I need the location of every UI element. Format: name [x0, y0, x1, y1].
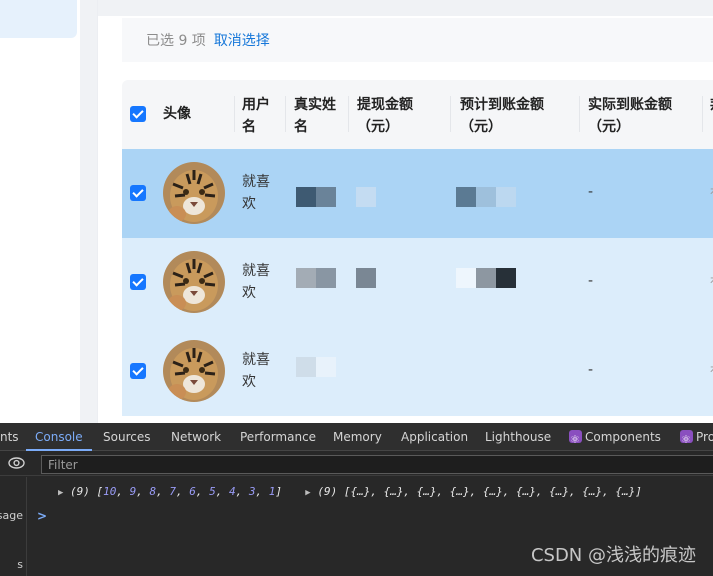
header-separator	[285, 96, 286, 132]
header-avatar: 头像	[163, 106, 191, 122]
console-prompt-chevron-icon[interactable]: >	[37, 509, 47, 523]
log-array-suffix: ]	[275, 485, 283, 498]
tab-sources[interactable]: Sources	[103, 423, 150, 451]
expand-triangle-icon[interactable]: ▶	[58, 488, 63, 498]
log-number: 8	[149, 485, 157, 498]
username-line2: 欢	[242, 196, 256, 212]
log-number: 3	[248, 485, 256, 498]
cancel-selection-link[interactable]: 取消选择	[214, 30, 270, 50]
tab-elements[interactable]: nts	[0, 423, 19, 451]
sidebar	[0, 0, 80, 423]
tab-profiler-label: Pro	[696, 430, 713, 444]
log-number: 6	[189, 485, 196, 498]
tab-network[interactable]: Network	[171, 423, 221, 451]
row-actual-amount: -	[588, 362, 594, 378]
avatar	[163, 251, 225, 313]
row-checkbox[interactable]	[130, 185, 146, 201]
header-username-line2: 名	[242, 119, 256, 135]
log-number: 4	[229, 485, 236, 498]
pixelated-withdraw	[356, 268, 376, 288]
tab-console[interactable]: Console	[26, 423, 92, 451]
username-line1: 就喜	[242, 263, 270, 279]
username-line1: 就喜	[242, 352, 270, 368]
header-actual-amount: 实际到账金额 （元）	[588, 94, 672, 138]
tab-application[interactable]: Application	[401, 423, 468, 451]
log-number: 9	[129, 485, 137, 498]
header-actual-line1: 实际到账金额	[588, 97, 672, 113]
console-log-line[interactable]: ▶ (9) [10, 9, 8, 7, 6, 5, 4, 3, 1] ▶ (9)…	[58, 485, 642, 498]
tab-performance[interactable]: Performance	[240, 423, 316, 451]
row-username: 就喜 欢	[242, 260, 270, 304]
header-username: 用户 名	[242, 94, 270, 138]
header-username-line1: 用户	[242, 97, 270, 113]
header-separator	[579, 96, 580, 132]
table-row[interactable]: 就喜 欢 - 有	[122, 149, 713, 238]
header-withdraw-line1: 提现金额	[357, 97, 413, 113]
header-expected-amount: 预计到账金额 （元）	[460, 94, 544, 138]
select-all-checkbox[interactable]	[130, 106, 146, 122]
row-username: 就喜 欢	[242, 349, 270, 393]
header-actual-line2: （元）	[588, 119, 630, 135]
table-header: 头像 用户 名 真实姓 名 提现金额 （元） 预计到账金额 （元） 实际到账金额…	[122, 80, 713, 149]
header-withdraw-amount: 提现金额 （元）	[357, 94, 413, 138]
username-line1: 就喜	[242, 174, 270, 190]
console-sidebar: sage s	[0, 477, 27, 576]
row-checkbox[interactable]	[130, 363, 146, 379]
username-line2: 欢	[242, 285, 256, 301]
header-separator	[348, 96, 349, 132]
card-top-gap	[98, 0, 713, 16]
tab-lighthouse[interactable]: Lighthouse	[485, 423, 551, 451]
username-line2: 欢	[242, 374, 256, 390]
tiger-avatar-image	[163, 251, 225, 313]
tab-components[interactable]: Components	[569, 423, 661, 454]
sidebar-selected-item[interactable]	[0, 0, 77, 38]
tab-profiler[interactable]: Pro	[680, 423, 713, 454]
withdraw-table: 头像 用户 名 真实姓 名 提现金额 （元） 预计到账金额 （元） 实际到账金额…	[122, 80, 713, 423]
csdn-watermark: CSDN @浅浅的痕迹	[530, 545, 696, 566]
row-checkbox[interactable]	[130, 274, 146, 290]
header-separator	[234, 96, 235, 132]
console-filter-input[interactable]	[41, 455, 713, 474]
header-realname-line1: 真实姓	[294, 97, 336, 113]
pixelated-withdraw	[356, 187, 376, 207]
header-expected-line1: 预计到账金额	[460, 97, 544, 113]
table-row[interactable]: 就喜 欢 - 有	[122, 327, 713, 416]
eye-icon[interactable]	[8, 456, 25, 470]
table-row[interactable]: 就喜 欢 - 有	[122, 238, 713, 327]
tab-memory[interactable]: Memory	[333, 423, 382, 451]
log-object-array: (9) [{…}, {…}, {…}, {…}, {…}, {…}, {…}, …	[317, 485, 642, 498]
sidebar-errors-item[interactable]: s	[17, 558, 23, 571]
react-icon	[569, 426, 582, 454]
selection-bar: 已选 9 项 取消选择	[122, 18, 713, 62]
header-realname: 真实姓 名	[294, 94, 336, 138]
log-array-prefix: (9) [	[70, 485, 104, 498]
log-number: 7	[169, 485, 177, 498]
row-actual-amount: -	[588, 184, 594, 200]
avatar	[163, 340, 225, 402]
log-number: 10	[103, 485, 117, 498]
header-withdraw-line2: （元）	[357, 119, 399, 135]
console-filter-bar	[0, 452, 713, 476]
header-expected-line2: （元）	[460, 119, 502, 135]
selected-count-text: 已选 9 项	[146, 33, 206, 49]
tiger-avatar-image	[163, 340, 225, 402]
tiger-avatar-image	[163, 162, 225, 224]
tab-components-label: Components	[585, 430, 661, 444]
expand-triangle-icon[interactable]: ▶	[305, 488, 310, 498]
header-separator	[702, 96, 703, 132]
row-username: 就喜 欢	[242, 171, 270, 215]
devtools-tab-bar: nts Console Sources Network Performance …	[0, 423, 713, 454]
sidebar-messages-item[interactable]: sage	[0, 509, 23, 522]
log-number: 5	[209, 485, 216, 498]
header-separator	[450, 96, 451, 132]
row-actual-amount: -	[588, 273, 594, 289]
avatar	[163, 162, 225, 224]
header-realname-line2: 名	[294, 119, 308, 135]
react-icon	[680, 426, 693, 454]
